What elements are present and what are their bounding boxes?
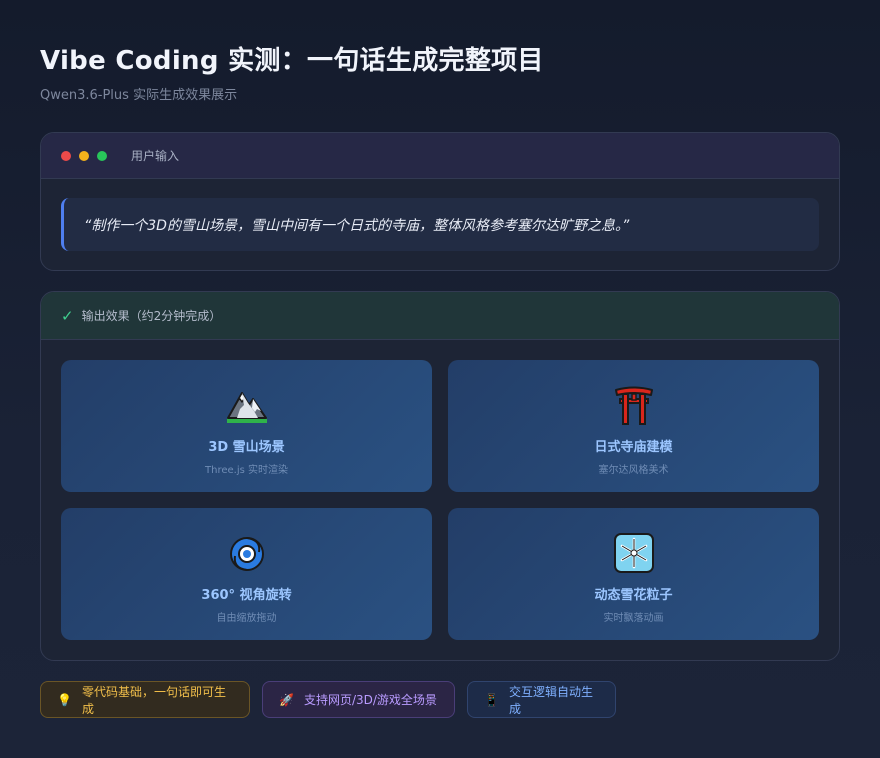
- output-card-header: ✓ 输出效果（约2分钟完成）: [41, 292, 839, 340]
- window-close-dot-icon: [61, 150, 71, 161]
- lightbulb-icon: 💡: [57, 692, 72, 707]
- page: Vibe Coding 实测：一句话生成完整项目 Qwen3.6-Plus 实际…: [0, 0, 880, 758]
- tile-title: 动态雪花粒子: [594, 588, 673, 603]
- window-maximize-dot-icon: [97, 150, 107, 161]
- tile-360-view[interactable]: 360° 视角旋转 自由缩放拖动: [61, 508, 432, 640]
- badge-auto-logic: 📱 交互逻辑自动生成: [467, 681, 616, 718]
- badge-all-scenarios: 🚀 支持网页/3D/游戏全场景: [262, 681, 455, 718]
- cyclone-icon: [227, 530, 267, 576]
- badge-zero-code: 💡 零代码基础，一句话即可生成: [40, 681, 250, 718]
- tile-subtitle: 塞尔达风格美术: [598, 465, 669, 476]
- window-minimize-dot-icon: [79, 150, 89, 161]
- tile-temple[interactable]: 日式寺庙建模 塞尔达风格美术: [448, 360, 819, 492]
- badge-label: 交互逻辑自动生成: [508, 684, 593, 716]
- prompt-quote: “制作一个3D的雪山场景，雪山中间有一个日式的寺庙，整体风格参考塞尔达旷野之息。…: [61, 198, 819, 251]
- input-card-label: 用户输入: [131, 149, 180, 163]
- page-title: Vibe Coding 实测：一句话生成完整项目: [40, 46, 544, 76]
- tile-subtitle: 自由缩放拖动: [216, 613, 277, 624]
- badge-label: 零代码基础，一句话即可生成: [81, 684, 226, 716]
- tile-subtitle: 实时飘落动画: [603, 613, 664, 624]
- badge-label: 支持网页/3D/游戏全场景: [303, 693, 437, 707]
- output-card: ✓ 输出效果（约2分钟完成） 3D 雪山场景 Three.js 实时渲染 日式寺…: [40, 291, 840, 661]
- tile-title: 360° 视角旋转: [201, 588, 292, 603]
- check-icon: ✓: [61, 306, 74, 325]
- mountain-icon: [225, 382, 269, 428]
- page-subtitle: Qwen3.6-Plus 实际生成效果展示: [40, 88, 238, 103]
- tile-title: 日式寺庙建模: [594, 440, 673, 455]
- output-card-label: 输出效果（约2分钟完成）: [81, 309, 222, 323]
- snowflake-icon: [613, 530, 654, 576]
- user-input-card: 用户输入 “制作一个3D的雪山场景，雪山中间有一个日式的寺庙，整体风格参考塞尔达…: [40, 132, 840, 271]
- input-card-header: 用户输入: [41, 133, 839, 179]
- phone-icon: 📱: [484, 692, 499, 707]
- tile-snow-mountain[interactable]: 3D 雪山场景 Three.js 实时渲染: [61, 360, 432, 492]
- tile-snowflake[interactable]: 动态雪花粒子 实时飘落动画: [448, 508, 819, 640]
- rocket-icon: 🚀: [279, 692, 294, 707]
- tile-title: 3D 雪山场景: [208, 440, 285, 455]
- torii-gate-icon: [614, 382, 654, 428]
- tile-subtitle: Three.js 实时渲染: [205, 465, 288, 476]
